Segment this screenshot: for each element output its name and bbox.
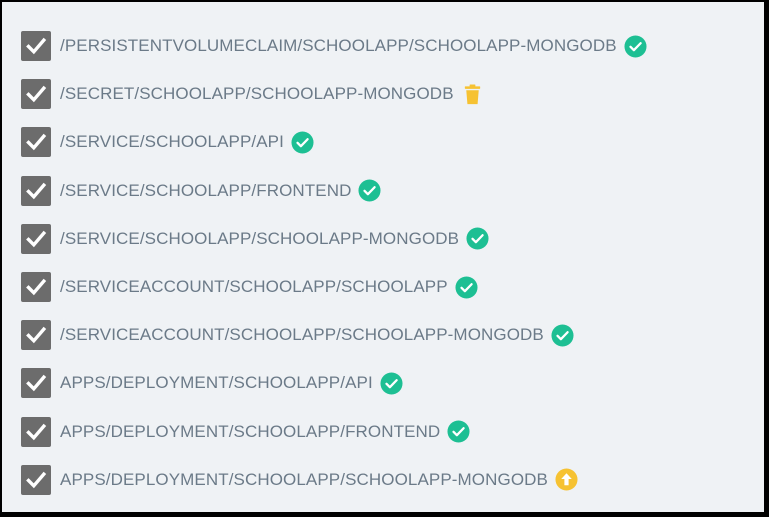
resource-label: APPS/DEPLOYMENT/SCHOOLAPP/API (60, 373, 373, 393)
resource-checkbox[interactable] (21, 368, 51, 399)
list-item: /PERSISTENTVOLUMECLAIM/SCHOOLAPP/SCHOOLA… (21, 22, 647, 70)
checkmark-icon (26, 278, 47, 296)
resource-list: /PERSISTENTVOLUMECLAIM/SCHOOLAPP/SCHOOLA… (21, 22, 647, 504)
check-circle-icon (291, 131, 314, 154)
list-item: APPS/DEPLOYMENT/SCHOOLAPP/FRONTEND (21, 408, 647, 456)
resource-checkbox[interactable] (21, 272, 51, 303)
check-circle-icon (447, 420, 470, 443)
list-item: APPS/DEPLOYMENT/SCHOOLAPP/API (21, 359, 647, 407)
resource-checkbox[interactable] (21, 223, 51, 254)
resource-label: APPS/DEPLOYMENT/SCHOOLAPP/SCHOOLAPP-MONG… (60, 469, 548, 489)
check-circle-icon (380, 372, 403, 395)
resource-label: /SERVICE/SCHOOLAPP/SCHOOLAPP-MONGODB (60, 228, 460, 248)
checkmark-icon (26, 375, 47, 392)
checkmark-icon (26, 327, 47, 344)
resource-checkbox[interactable] (21, 79, 51, 110)
check-circle-icon (551, 324, 574, 347)
checkmark-icon (26, 37, 47, 55)
check-circle-icon (466, 227, 489, 250)
resource-label: /SERVICEACCOUNT/SCHOOLAPP/SCHOOLAPP (60, 277, 448, 297)
resource-label: /SERVICEACCOUNT/SCHOOLAPP/SCHOOLAPP-MONG… (60, 325, 544, 345)
resource-label: APPS/DEPLOYMENT/SCHOOLAPP/FRONTEND (60, 421, 441, 441)
resource-label: /SERVICE/SCHOOLAPP/API (60, 132, 284, 152)
resource-checkbox[interactable] (21, 31, 51, 62)
trash-icon (461, 83, 484, 106)
arrow-up-circle-icon (555, 468, 578, 491)
checkmark-icon (26, 230, 47, 248)
resource-checkbox[interactable] (21, 127, 51, 158)
resource-checkbox[interactable] (21, 320, 51, 351)
list-item: /SERVICE/SCHOOLAPP/API (21, 118, 647, 166)
list-item: /SERVICE/SCHOOLAPP/FRONTEND (21, 167, 647, 215)
resource-panel: /PERSISTENTVOLUMECLAIM/SCHOOLAPP/SCHOOLA… (2, 2, 764, 512)
checkmark-icon (26, 471, 47, 489)
resource-label: /SECRET/SCHOOLAPP/SCHOOLAPP-MONGODB (60, 84, 454, 104)
check-circle-icon (624, 35, 647, 58)
resource-checkbox[interactable] (21, 175, 51, 206)
resource-label: /PERSISTENTVOLUMECLAIM/SCHOOLAPP/SCHOOLA… (60, 36, 617, 56)
checkmark-icon (26, 423, 47, 440)
checkmark-icon (26, 182, 47, 199)
resource-label: /SERVICE/SCHOOLAPP/FRONTEND (60, 180, 352, 200)
resource-checkbox[interactable] (21, 464, 51, 495)
checkmark-icon (26, 134, 47, 151)
resource-checkbox[interactable] (21, 416, 51, 447)
list-item: /SERVICEACCOUNT/SCHOOLAPP/SCHOOLAPP (21, 263, 647, 311)
list-item: /SECRET/SCHOOLAPP/SCHOOLAPP-MONGODB (21, 70, 647, 118)
list-item: APPS/DEPLOYMENT/SCHOOLAPP/SCHOOLAPP-MONG… (21, 456, 647, 504)
list-item: /SERVICEACCOUNT/SCHOOLAPP/SCHOOLAPP-MONG… (21, 311, 647, 359)
check-circle-icon (455, 276, 478, 299)
list-item: /SERVICE/SCHOOLAPP/SCHOOLAPP-MONGODB (21, 215, 647, 263)
check-circle-icon (358, 179, 381, 202)
checkmark-icon (26, 86, 47, 103)
